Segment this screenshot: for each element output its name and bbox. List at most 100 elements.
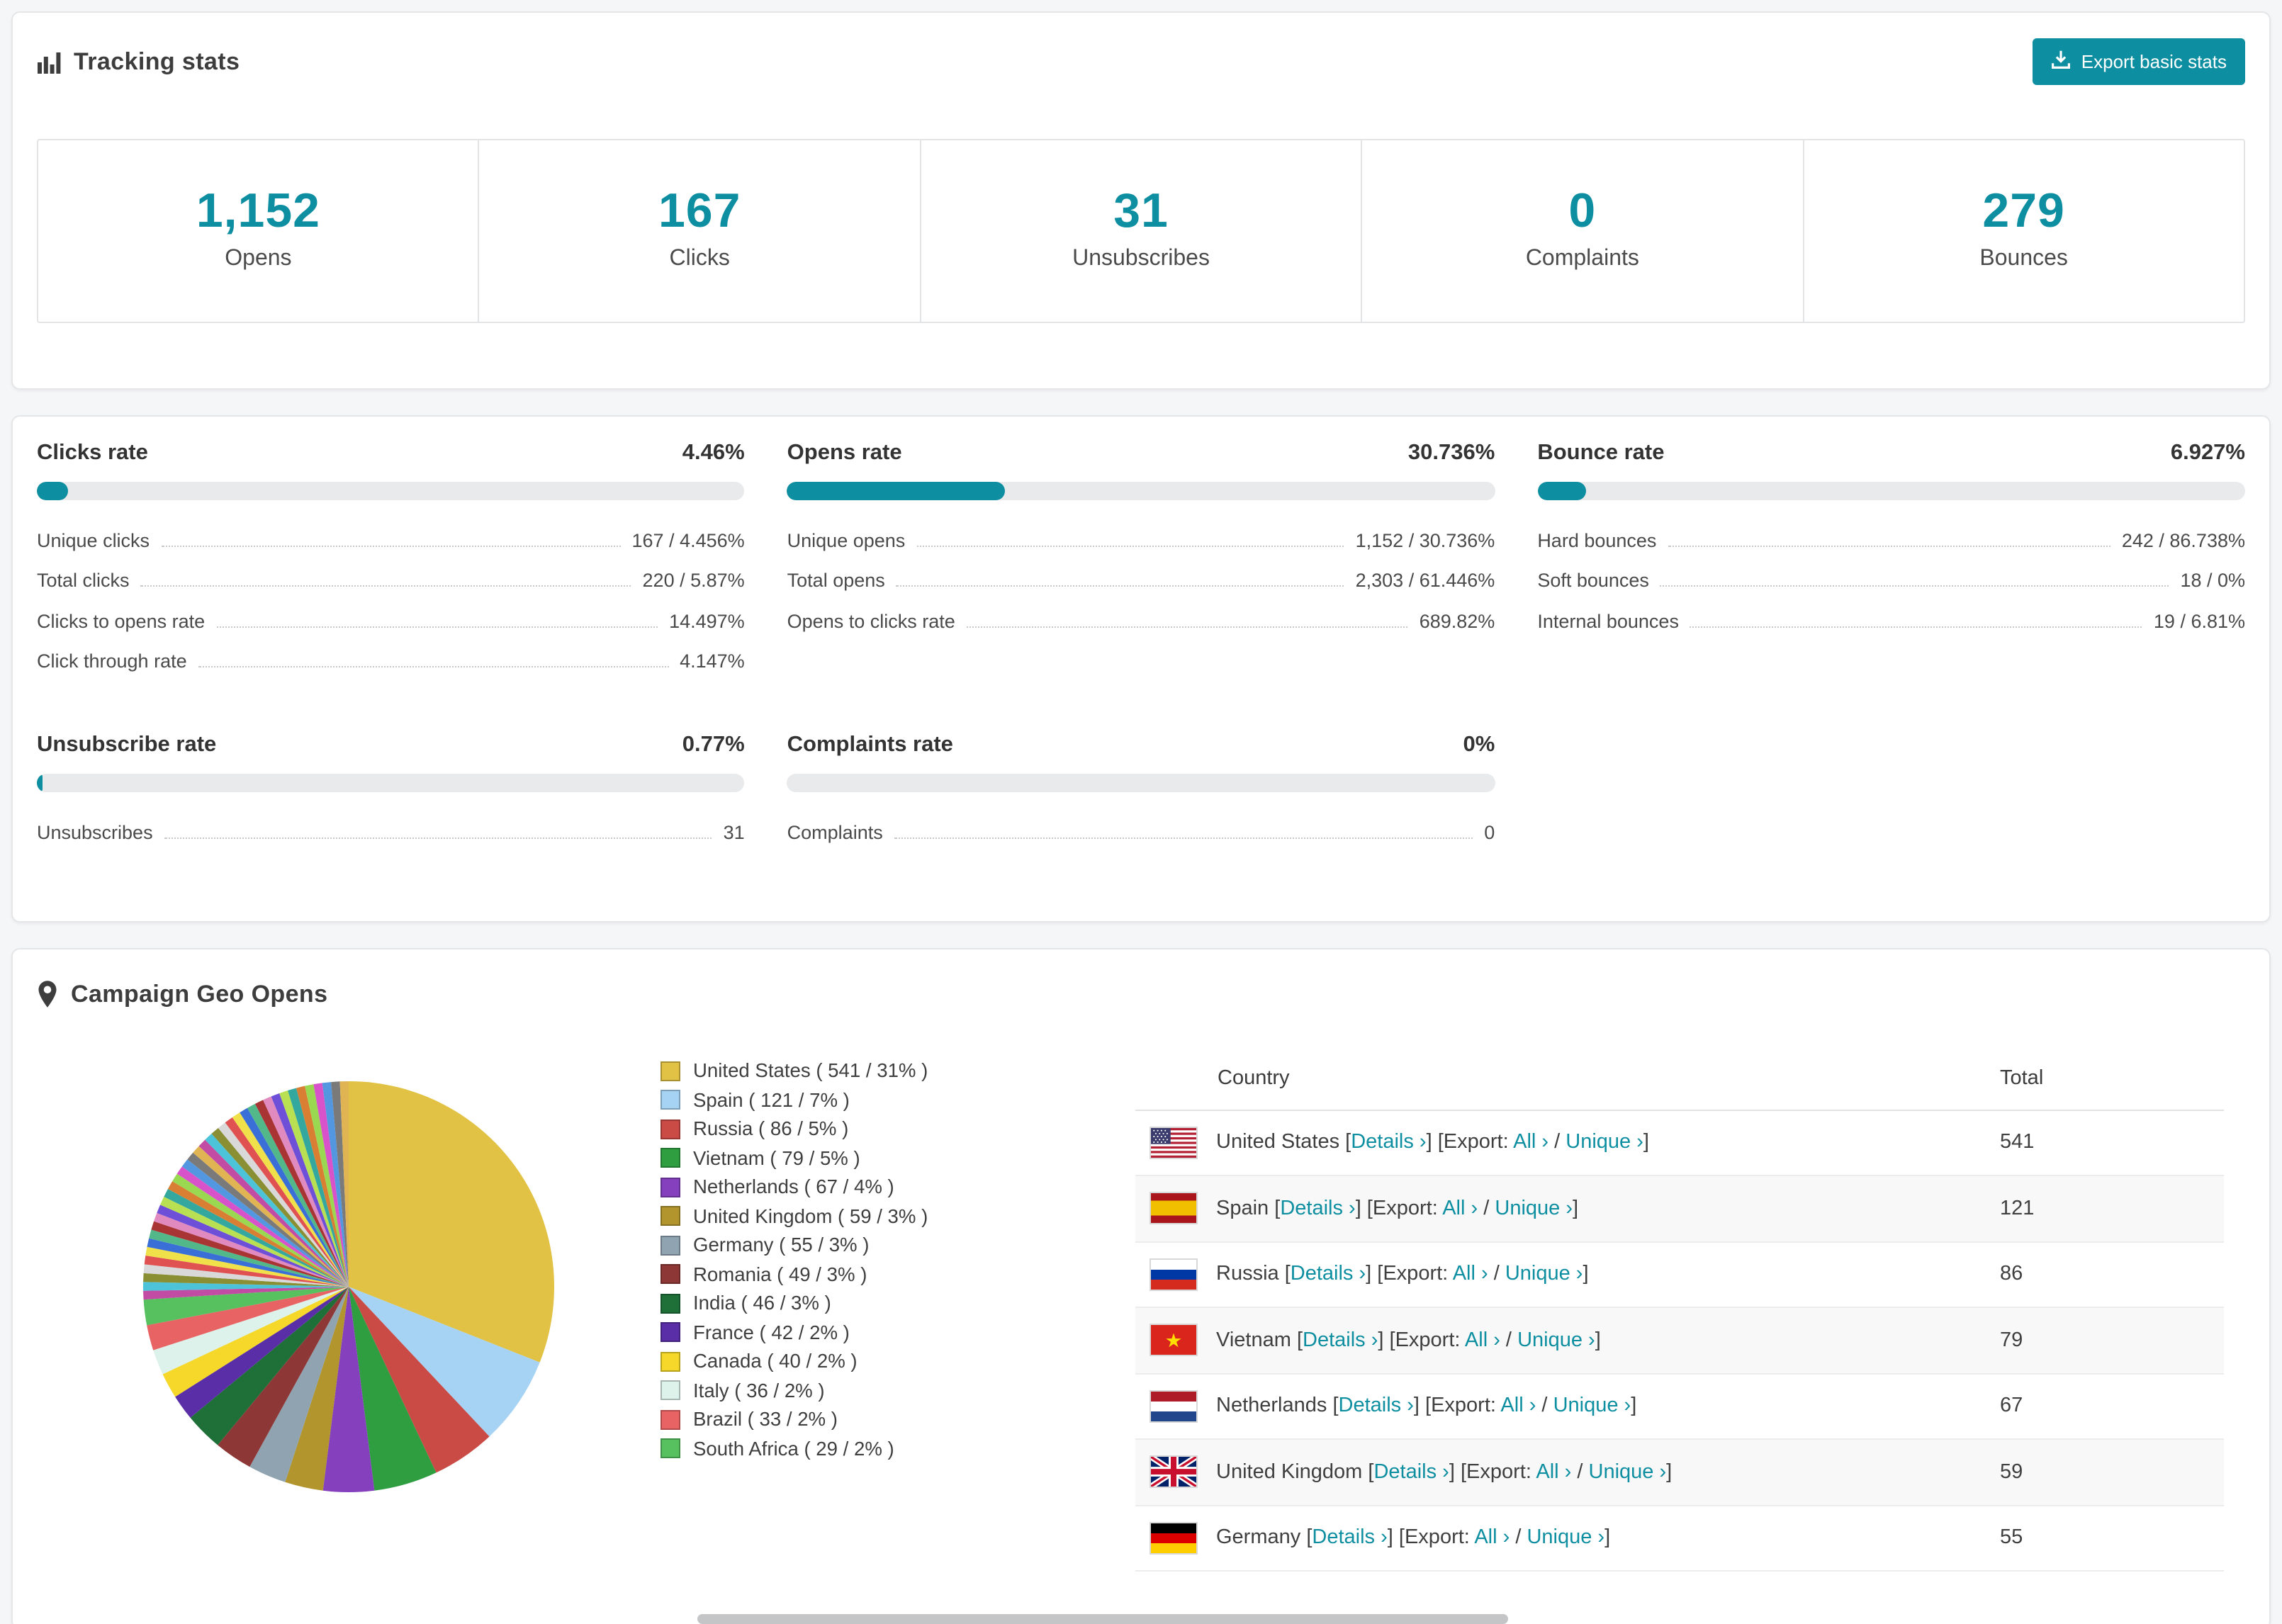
export-all-link[interactable]: All › xyxy=(1500,1395,1536,1418)
stat-value: 18 / 0% xyxy=(2180,570,2245,591)
legend-swatch xyxy=(661,1177,680,1197)
bracket-text: ] [ xyxy=(1449,1460,1467,1484)
export-all-link[interactable]: All › xyxy=(1513,1132,1548,1154)
legend-swatch xyxy=(661,1380,680,1401)
legend-item-brazil: Brazil ( 33 / 2% ) xyxy=(661,1405,1057,1434)
export-unique-link[interactable]: Unique › xyxy=(1566,1132,1643,1154)
rate-title: Clicks rate xyxy=(37,441,148,465)
stat-row-opens-to-clicks-rate: Opens to clicks rate 689.82% xyxy=(787,598,1495,638)
details-link[interactable]: Details › xyxy=(1339,1395,1414,1418)
stat-label: Opens to clicks rate xyxy=(787,610,955,631)
country-total: 59 xyxy=(2000,1460,2023,1484)
stat-label: Total opens xyxy=(787,570,885,591)
export-unique-link[interactable]: Unique › xyxy=(1553,1395,1631,1418)
export-all-link[interactable]: All › xyxy=(1474,1527,1510,1550)
separator-text: / xyxy=(1548,1131,1566,1154)
stat-value: 0 xyxy=(1484,821,1495,842)
details-link[interactable]: Details › xyxy=(1373,1461,1449,1484)
legend-label: Canada ( 40 / 2% ) xyxy=(693,1350,858,1372)
export-icon xyxy=(2052,50,2072,74)
details-link[interactable]: Details › xyxy=(1351,1132,1426,1154)
stat-value: 14.497% xyxy=(669,610,745,631)
details-link[interactable]: Details › xyxy=(1312,1527,1387,1550)
card-title-text: Campaign Geo Opens xyxy=(71,980,328,1007)
ru-flag-icon xyxy=(1150,1258,1198,1291)
geo-table-row-spain: Spain [Details ›] [Export: All › / Uniqu… xyxy=(1135,1176,2224,1242)
details-link[interactable]: Details › xyxy=(1303,1329,1378,1352)
rate-complaints-rate: Complaints rate 0% Complaints 0 xyxy=(787,733,1495,850)
summary-label: Unsubscribes xyxy=(1072,247,1210,271)
export-unique-link[interactable]: Unique › xyxy=(1495,1197,1573,1220)
rate-bounce-rate: Bounce rate 6.927% Hard bounces 242 / 86.73… xyxy=(1537,441,2245,679)
stat-row-unsubscribes: Unsubscribes 31 xyxy=(37,809,745,850)
export-unique-link[interactable]: Unique › xyxy=(1589,1461,1667,1484)
legend-label: Netherlands ( 67 / 4% ) xyxy=(693,1176,894,1198)
legend-item-india: India ( 46 / 3% ) xyxy=(661,1289,1057,1318)
legend-item-canada: Canada ( 40 / 2% ) xyxy=(661,1347,1057,1376)
map-pin-icon xyxy=(37,981,58,1008)
stat-row-total-clicks: Total clicks 220 / 5.87% xyxy=(37,558,745,598)
country-name: United States xyxy=(1216,1131,1346,1154)
legend-label: Germany ( 55 / 3% ) xyxy=(693,1234,870,1256)
dotted-leader xyxy=(1668,545,2110,546)
vn-flag-icon xyxy=(1150,1324,1198,1357)
legend-item-netherlands: Netherlands ( 67 / 4% ) xyxy=(661,1173,1057,1202)
rate-progressbar xyxy=(37,774,745,792)
rate-clicks-rate: Clicks rate 4.46% Unique clicks 167 / 4.456… xyxy=(37,441,745,679)
stat-value: 242 / 86.738% xyxy=(2121,529,2245,551)
export-basic-stats-button[interactable]: Export basic stats xyxy=(2033,38,2245,85)
summary-complaints: 0 Complaints xyxy=(1361,140,1802,322)
summary-value: 1,152 xyxy=(196,184,320,238)
bracket-text: ] [ xyxy=(1426,1131,1444,1154)
rate-opens-rate: Opens rate 30.736% Unique opens 1,152 / 30.… xyxy=(787,441,1495,679)
es-flag-icon xyxy=(1150,1192,1198,1225)
export-unique-link[interactable]: Unique › xyxy=(1527,1527,1604,1550)
geo-opens-card: Campaign Geo Opens United States ( 541 /… xyxy=(11,947,2271,1624)
export-all-link[interactable]: All › xyxy=(1453,1263,1488,1286)
rates-grid: Clicks rate 4.46% Unique clicks 167 / 4.456… xyxy=(37,441,2245,850)
bracket-text: ] xyxy=(1631,1394,1637,1418)
export-unique-link[interactable]: Unique › xyxy=(1505,1263,1583,1286)
legend-swatch xyxy=(661,1264,680,1285)
stat-label: Clicks to opens rate xyxy=(37,610,206,631)
stat-row-internal-bounces: Internal bounces 19 / 6.81% xyxy=(1537,598,2245,638)
card-title-text: Tracking stats xyxy=(74,47,240,74)
bracket-text: ] xyxy=(1666,1460,1673,1484)
stat-value: 220 / 5.87% xyxy=(642,570,745,591)
export-all-link[interactable]: All › xyxy=(1442,1197,1478,1220)
rate-title: Complaints rate xyxy=(787,733,953,757)
export-unique-link[interactable]: Unique › xyxy=(1517,1329,1595,1352)
rate-percent: 6.927% xyxy=(2170,441,2245,465)
legend-swatch xyxy=(661,1061,680,1081)
country-name: Vietnam xyxy=(1216,1329,1297,1352)
legend-item-united-states: United States ( 541 / 31% ) xyxy=(661,1056,1057,1086)
export-all-link[interactable]: All › xyxy=(1465,1329,1500,1352)
stat-row-complaints: Complaints 0 xyxy=(787,809,1495,850)
dotted-leader xyxy=(140,585,631,587)
bracket-text: ] xyxy=(1583,1263,1589,1286)
legend-item-south-africa: South Africa ( 29 / 2% ) xyxy=(661,1434,1057,1463)
legend-swatch xyxy=(661,1322,680,1343)
bar-chart-icon xyxy=(37,50,61,74)
country-name: Spain xyxy=(1216,1197,1275,1220)
legend-label: South Africa ( 29 / 2% ) xyxy=(693,1438,894,1460)
legend-swatch xyxy=(661,1119,680,1139)
legend-item-germany: Germany ( 55 / 3% ) xyxy=(661,1231,1057,1260)
export-all-link[interactable]: All › xyxy=(1536,1461,1571,1484)
summary-label: Complaints xyxy=(1525,247,1639,271)
legend-item-italy: Italy ( 36 / 2% ) xyxy=(661,1376,1057,1405)
summary-opens: 1,152 Opens xyxy=(38,140,478,322)
country-total: 121 xyxy=(2000,1197,2035,1220)
rate-percent: 4.46% xyxy=(682,441,745,465)
separator-text: / xyxy=(1536,1394,1553,1418)
stat-row-hard-bounces: Hard bounces 242 / 86.738% xyxy=(1537,517,2245,558)
stat-label: Soft bounces xyxy=(1537,570,1649,591)
rate-title: Opens rate xyxy=(787,441,902,465)
country-total: 55 xyxy=(2000,1526,2023,1550)
horizontal-scrollbar-thumb[interactable] xyxy=(697,1614,1508,1624)
stat-label: Unique opens xyxy=(787,529,906,551)
details-link[interactable]: Details › xyxy=(1291,1263,1366,1286)
rate-progressbar xyxy=(787,482,1495,500)
dotted-leader xyxy=(216,626,658,627)
details-link[interactable]: Details › xyxy=(1280,1197,1355,1220)
